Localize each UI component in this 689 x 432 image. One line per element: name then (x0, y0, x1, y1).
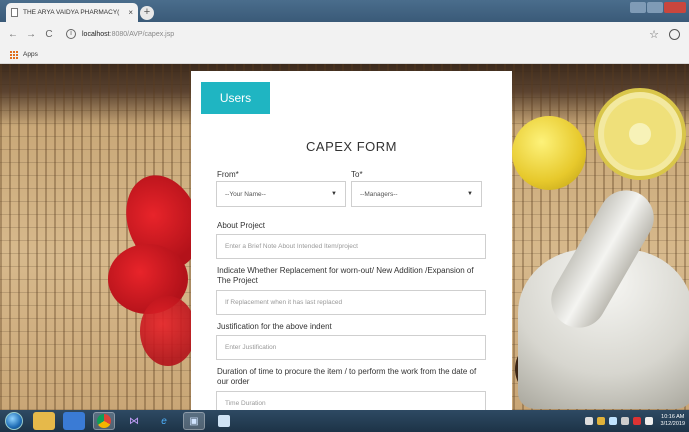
security-icon[interactable] (620, 417, 629, 425)
form-title: CAPEX FORM (306, 139, 397, 154)
clock-time: 10:16 AM (661, 414, 685, 420)
flag-icon[interactable] (584, 417, 593, 425)
visual-studio-icon[interactable]: ⋈ (123, 412, 145, 430)
page-icon (11, 8, 18, 17)
start-button[interactable] (5, 412, 23, 430)
network-icon[interactable] (596, 417, 605, 425)
lemon-image (512, 116, 586, 190)
from-select[interactable]: --Your Name-- ▼ (216, 181, 346, 207)
tab-close-icon[interactable]: × (128, 8, 133, 17)
minimize-button[interactable] (630, 2, 646, 13)
url-host: localhost (82, 30, 110, 38)
volume-icon[interactable] (644, 417, 653, 425)
justification-input[interactable]: Enter Justification (216, 335, 486, 360)
dropdown-caret-icon: ▼ (331, 191, 337, 197)
about-project-input[interactable]: Enter a Brief Note About Intended Item/p… (216, 234, 486, 259)
tab-title: THE ARYA VAIDYA PHARMACY( (23, 9, 120, 16)
browser-titlebar: THE ARYA VAIDYA PHARMACY( × + (0, 0, 689, 22)
from-label: From* (217, 170, 239, 179)
bookmarks-bar: Apps (0, 46, 689, 64)
chrome-icon[interactable] (93, 412, 115, 430)
bookmark-star-icon[interactable]: ☆ (649, 28, 659, 41)
url-path: :8080/AVP/capex.jsp (109, 30, 175, 38)
file-explorer-icon[interactable] (33, 412, 55, 430)
to-select[interactable]: --Managers-- ▼ (351, 181, 482, 207)
browser-tab[interactable]: THE ARYA VAIDYA PHARMACY( × (6, 3, 138, 22)
window-controls (630, 2, 686, 14)
alert-icon[interactable] (632, 417, 641, 425)
back-icon[interactable]: ← (6, 29, 20, 40)
lemon-slice-image (594, 88, 686, 180)
clock-date: 3/12/2019 (660, 421, 685, 427)
replacement-input[interactable]: If Replacement when it has last replaced (216, 290, 486, 315)
replacement-label: Indicate Whether Replacement for worn-ou… (217, 266, 474, 285)
dropdown-caret-icon: ▼ (467, 191, 473, 197)
new-tab-button[interactable]: + (140, 6, 154, 20)
maximize-button[interactable] (647, 2, 663, 13)
duration-input[interactable]: Time Duration (216, 391, 486, 410)
justification-label: Justification for the above indent (217, 322, 332, 331)
browser-toolbar: ← → C i localhost :8080/AVP/capex.jsp ☆ (0, 22, 689, 46)
users-button[interactable]: Users (201, 82, 270, 114)
media-player-icon[interactable] (63, 412, 85, 430)
from-select-value: --Your Name-- (225, 190, 266, 198)
system-tray: 10:16 AM 3/12/2019 (584, 414, 689, 428)
power-icon[interactable] (608, 417, 617, 425)
address-bar[interactable]: i localhost :8080/AVP/capex.jsp (66, 25, 649, 43)
capex-form-card: Users CAPEX FORM From* --Your Name-- ▼ T… (191, 71, 512, 410)
about-project-label: About Project (217, 221, 266, 230)
internet-explorer-icon[interactable]: e (153, 412, 175, 430)
to-select-value: --Managers-- (360, 190, 398, 198)
account-icon[interactable] (669, 28, 680, 40)
app-icon[interactable] (213, 412, 235, 430)
clock[interactable]: 10:16 AM 3/12/2019 (661, 414, 685, 428)
apps-grid-icon[interactable] (10, 50, 18, 59)
taskbar: ⋈ e ▣ 10:16 AM 3/12/2019 (0, 410, 689, 432)
word-icon[interactable]: ▣ (183, 412, 205, 430)
flower-image (140, 296, 196, 366)
to-label: To* (351, 170, 363, 179)
apps-bookmark[interactable]: Apps (23, 51, 38, 58)
close-window-button[interactable] (664, 2, 686, 13)
forward-icon[interactable]: → (24, 29, 38, 40)
info-icon[interactable]: i (66, 29, 76, 39)
reload-icon[interactable]: C (42, 29, 56, 40)
duration-label: Duration of time to procure the item / t… (217, 367, 477, 386)
